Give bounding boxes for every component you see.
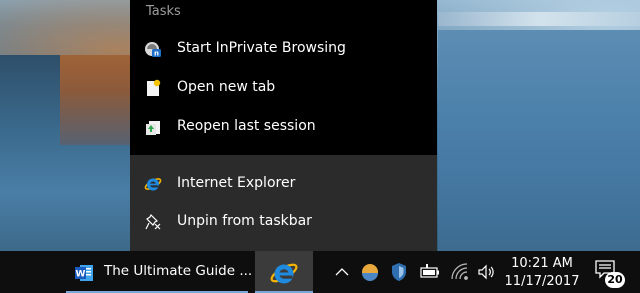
pinned-label: Internet Explorer xyxy=(177,175,296,191)
internet-explorer-icon xyxy=(269,259,299,287)
open-internet-explorer[interactable]: Internet Explorer xyxy=(130,165,437,203)
chevron-up-icon[interactable] xyxy=(332,262,352,282)
unpin-icon xyxy=(144,213,162,231)
inprivate-icon: n xyxy=(144,40,162,58)
task-label: Start InPrivate Browsing xyxy=(177,40,346,56)
task-start-inprivate[interactable]: n Start InPrivate Browsing xyxy=(130,30,437,68)
unpin-from-taskbar[interactable]: Unpin from taskbar xyxy=(130,203,437,241)
task-label: Open new tab xyxy=(177,79,276,95)
task-label: Reopen last session xyxy=(177,118,316,134)
taskbar: W The Ultimate Guide ... 10:21 AM 11/17/… xyxy=(0,251,640,293)
tasks-section-title: Tasks xyxy=(146,4,181,19)
word-window-title: The Ultimate Guide ... xyxy=(104,263,253,279)
taskbar-word-window[interactable]: W The Ultimate Guide ... xyxy=(66,251,252,293)
wifi-icon[interactable] xyxy=(450,262,470,282)
battery-icon[interactable] xyxy=(420,262,440,282)
action-center-button[interactable]: 20 xyxy=(594,259,628,289)
jump-list: Tasks n Start InPrivate Browsing Open ne… xyxy=(130,0,437,251)
new-tab-icon xyxy=(144,79,162,97)
task-reopen-last-session[interactable]: Reopen last session xyxy=(130,108,437,146)
internet-explorer-icon xyxy=(144,175,162,193)
wallpaper-wave xyxy=(438,12,640,26)
svg-text:n: n xyxy=(154,50,159,58)
volume-icon[interactable] xyxy=(476,262,496,282)
clock-date: 11/17/2017 xyxy=(504,274,580,289)
wallpaper-sea xyxy=(438,30,640,251)
system-clock[interactable]: 10:21 AM 11/17/2017 xyxy=(500,255,584,291)
taskbar-internet-explorer[interactable] xyxy=(255,251,313,293)
weather-icon[interactable] xyxy=(360,262,380,282)
defender-shield-icon[interactable] xyxy=(389,262,409,282)
clock-time: 10:21 AM xyxy=(511,256,573,271)
svg-text:W: W xyxy=(76,270,86,280)
word-icon: W xyxy=(74,263,94,283)
task-open-new-tab[interactable]: Open new tab xyxy=(130,69,437,107)
wallpaper-sand xyxy=(60,55,130,145)
pinned-section: Internet Explorer Unpin from taskbar xyxy=(130,155,437,251)
pinned-label: Unpin from taskbar xyxy=(177,213,312,229)
reopen-session-icon xyxy=(144,118,162,136)
notification-count-badge: 20 xyxy=(605,272,625,288)
